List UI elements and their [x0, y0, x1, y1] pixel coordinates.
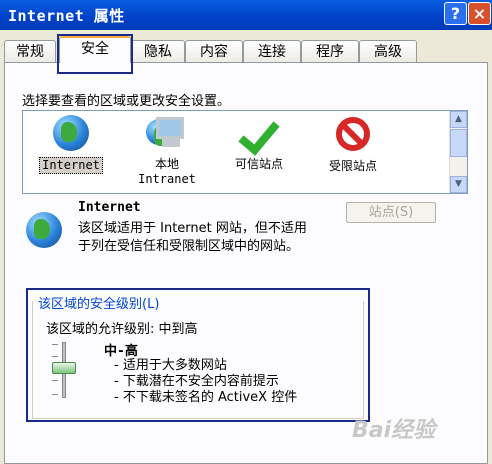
tab-content[interactable]: 内容 [185, 40, 243, 62]
scroll-thumb[interactable] [450, 129, 467, 157]
security-level-group: 该区域的安全级别(L) 该区域的允许级别: 中到高 中-高 适用于大多数网站 下… [26, 288, 370, 422]
zone-detail-name: Internet [78, 200, 141, 215]
monitor-icon [146, 115, 188, 155]
instruction-text: 选择要查看的区域或更改安全设置。 [22, 94, 231, 109]
bullet-item: 不下载未签名的 ActiveX 控件 [114, 390, 297, 406]
slider-tick [52, 394, 58, 395]
no-entry-icon [332, 117, 374, 157]
zone-label-internet: Internet [39, 157, 103, 174]
title-bar: Internet 属性 ? × [0, 0, 492, 30]
zone-globe-icon [26, 212, 62, 248]
scroll-down-icon[interactable]: ▼ [450, 176, 467, 193]
zone-label-intranet: Intranet [138, 172, 196, 186]
annotation-box-security-tab [57, 34, 133, 74]
tab-general[interactable]: 常规 [4, 40, 56, 62]
slider-tick [52, 344, 58, 345]
zone-local-intranet[interactable]: 本地 Intranet [127, 115, 207, 191]
zone-label-restricted: 受限站点 [328, 159, 377, 173]
zone-label-local: 本地 [154, 157, 179, 171]
globe-icon [50, 115, 92, 155]
zone-detail-description: 该区域适用于 Internet 网站，但不适用于列在受信任和受限制区域中的网站。 [78, 221, 307, 254]
security-level-name: 中-高 [104, 344, 138, 359]
security-level-bullets: 适用于大多数网站 下载潜在不安全内容前提示 不下载未签名的 ActiveX 控件 [114, 358, 297, 406]
bullet-item: 下载潜在不安全内容前提示 [114, 374, 297, 390]
security-slider-thumb[interactable] [52, 362, 76, 374]
sites-button: 站点(S) [346, 202, 436, 223]
tab-connections[interactable]: 连接 [243, 40, 301, 62]
bullet-item: 适用于大多数网站 [114, 358, 297, 374]
tab-privacy[interactable]: 隐私 [131, 40, 185, 62]
zone-label-trusted: 可信站点 [234, 157, 283, 171]
check-icon [238, 112, 280, 156]
zone-list[interactable]: Internet 本地 Intranet 可信站点 受限站点 ▲ ▼ [22, 110, 468, 194]
tab-programs[interactable]: 程序 [301, 40, 359, 62]
watermark-text: Bai经验 [352, 418, 436, 443]
help-button[interactable]: ? [444, 2, 467, 25]
security-level-title: 该区域的安全级别(L) [36, 293, 162, 312]
slider-tick [52, 380, 58, 381]
window-title: Internet 属性 [8, 7, 125, 25]
slider-tick [52, 356, 58, 357]
zone-list-scrollbar[interactable]: ▲ ▼ [449, 111, 467, 193]
close-button[interactable]: × [468, 2, 491, 25]
scroll-up-icon[interactable]: ▲ [450, 111, 467, 128]
tab-advanced[interactable]: 高级 [359, 40, 417, 62]
zone-trusted-sites[interactable]: 可信站点 [219, 112, 299, 191]
zone-restricted-sites[interactable]: 受限站点 [313, 115, 393, 191]
zone-internet[interactable]: Internet [31, 115, 111, 191]
allowed-level-text: 该区域的允许级别: 中到高 [46, 322, 198, 337]
